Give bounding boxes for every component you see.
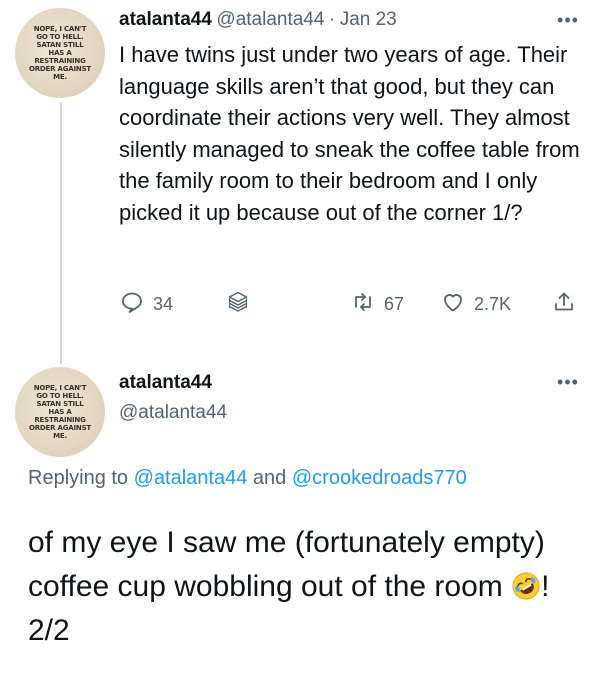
avatar[interactable]: NOPE, I CAN'T GO TO HELL. SATAN STILL HA… xyxy=(15,367,105,457)
user-handle[interactable]: @atalanta44 xyxy=(216,9,324,30)
mention-link[interactable]: @atalanta44 xyxy=(134,467,248,489)
share-button[interactable] xyxy=(552,290,576,319)
display-name[interactable]: atalanta44 xyxy=(119,372,212,394)
like-button[interactable]: 2.7K xyxy=(441,290,511,319)
avatar-caption: NOPE, I CAN'T GO TO HELL. SATAN STILL HA… xyxy=(28,25,92,81)
stack-button[interactable] xyxy=(226,290,250,319)
more-options-icon[interactable]: ••• xyxy=(553,372,583,393)
more-options-icon[interactable]: ••• xyxy=(553,10,583,31)
avatar-caption: NOPE, I CAN'T GO TO HELL. SATAN STILL HA… xyxy=(28,384,92,440)
thread-line xyxy=(60,102,62,364)
user-handle[interactable]: @atalanta44 xyxy=(119,402,227,424)
reply-button[interactable]: 34 xyxy=(120,290,173,319)
avatar[interactable]: NOPE, I CAN'T GO TO HELL. SATAN STILL HA… xyxy=(15,8,105,98)
tweet-date[interactable]: Jan 23 xyxy=(340,9,397,30)
retweet-count: 67 xyxy=(384,294,405,314)
replying-and: and xyxy=(252,467,287,489)
retweet-button[interactable]: 67 xyxy=(351,290,404,319)
share-icon xyxy=(552,290,576,319)
reply-count: 34 xyxy=(153,294,174,314)
tweet-text: I have twins just under two years of age… xyxy=(119,42,580,225)
like-count: 2.7K xyxy=(474,294,512,314)
rolling-on-floor-laughing-emoji xyxy=(511,570,541,600)
separator-dot: · xyxy=(328,9,336,30)
display-name[interactable]: atalanta44 xyxy=(119,9,212,30)
replying-label: Replying to xyxy=(28,467,129,489)
tweet-actions: 34 67 2.7K xyxy=(0,290,599,322)
mention-link[interactable]: @crookedroads770 xyxy=(292,467,467,489)
tweet-text: of my eye I saw me (fortunately empty) c… xyxy=(28,521,588,653)
reply-icon xyxy=(120,290,144,319)
replying-to: Replying to @atalanta44 and @crookedroad… xyxy=(28,467,467,490)
stack-layers-icon xyxy=(226,290,250,319)
heart-icon xyxy=(441,290,465,319)
retweet-icon xyxy=(351,290,375,319)
tweet-header: atalanta44 @atalanta44 · Jan 23 xyxy=(119,9,397,31)
tweet-text-main: of my eye I saw me (fortunately empty) c… xyxy=(28,526,545,603)
